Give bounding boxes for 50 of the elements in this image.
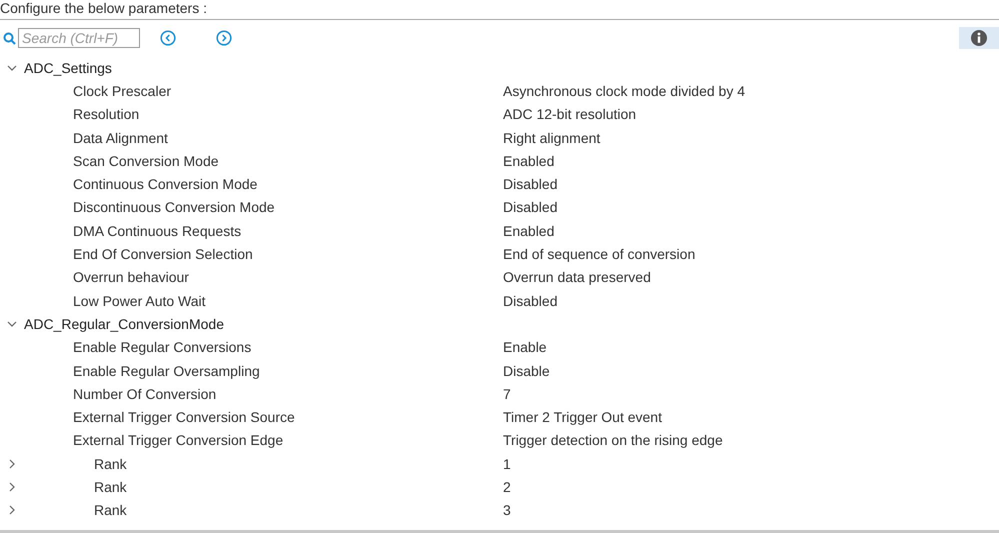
parameter-value[interactable]: 1 <box>503 456 511 472</box>
parameter-label: Data Alignment <box>72 130 169 146</box>
search-field[interactable]: Search (Ctrl+F) <box>18 28 140 48</box>
parameter-value[interactable]: Disabled <box>503 199 558 216</box>
parameter-label: Rank <box>93 502 128 518</box>
parameter-label: Rank <box>93 478 128 495</box>
collapse-chevron-icon[interactable] <box>7 318 17 329</box>
parameter-label: Enable Regular Conversions <box>72 339 252 356</box>
parameter-label: Continuous Conversion Mode <box>72 176 258 192</box>
parameter-value[interactable]: Enabled <box>503 222 554 239</box>
parameter-label: Resolution <box>72 106 140 122</box>
parameter-label: Overrun behaviour <box>72 269 190 286</box>
search-icon <box>3 32 16 44</box>
parameter-value[interactable]: 7 <box>503 386 511 402</box>
parameter-label: Discontinuous Conversion Mode <box>72 199 276 216</box>
parameter-value[interactable]: Asynchronous clock mode divided by 4 <box>503 82 746 99</box>
parameter-label: Rank <box>93 456 128 472</box>
parameter-value[interactable]: Trigger detection on the rising edge <box>503 432 723 448</box>
group-label[interactable]: ADC_Settings <box>24 60 112 76</box>
parameter-value[interactable]: 2 <box>503 478 511 495</box>
parameter-value[interactable]: Disabled <box>503 176 558 192</box>
parameter-value[interactable]: Overrun data preserved <box>503 269 651 286</box>
parameter-value[interactable]: Right alignment <box>503 130 600 146</box>
expand-chevron-icon[interactable] <box>7 505 17 516</box>
parameter-value[interactable]: Disable <box>503 362 550 378</box>
parameter-value[interactable]: End of sequence of conversion <box>503 246 696 262</box>
parameter-label: External Trigger Conversion Edge <box>72 432 284 448</box>
parameter-value[interactable]: 3 <box>503 502 511 518</box>
parameter-label: Clock Prescaler <box>72 82 172 99</box>
next-button[interactable] <box>216 30 232 46</box>
parameter-value[interactable]: ADC 12-bit resolution <box>503 106 636 122</box>
parameter-label: Enable Regular Oversampling <box>72 362 261 378</box>
parameter-value[interactable]: Enabled <box>503 152 554 169</box>
parameter-label: Scan Conversion Mode <box>72 152 220 169</box>
previous-button[interactable] <box>160 30 176 46</box>
parameter-label: External Trigger Conversion Source <box>72 409 296 426</box>
info-button[interactable] <box>959 27 999 49</box>
parameter-value[interactable]: Timer 2 Trigger Out event <box>503 409 662 426</box>
group-label[interactable]: ADC_Regular_ConversionMode <box>24 316 224 332</box>
expand-chevron-icon[interactable] <box>7 482 17 492</box>
expand-chevron-icon[interactable] <box>7 458 17 469</box>
panel-title: Configure the below parameters : <box>0 0 999 20</box>
collapse-chevron-icon[interactable] <box>7 62 17 73</box>
parameter-label: DMA Continuous Requests <box>72 222 242 239</box>
parameter-label: Low Power Auto Wait <box>72 292 207 309</box>
parameter-value[interactable]: Enable <box>503 339 547 356</box>
parameter-label: Number Of Conversion <box>72 386 218 402</box>
parameter-value[interactable]: Disabled <box>503 292 558 309</box>
parameter-label: End Of Conversion Selection <box>72 246 254 262</box>
info-icon <box>970 29 988 47</box>
